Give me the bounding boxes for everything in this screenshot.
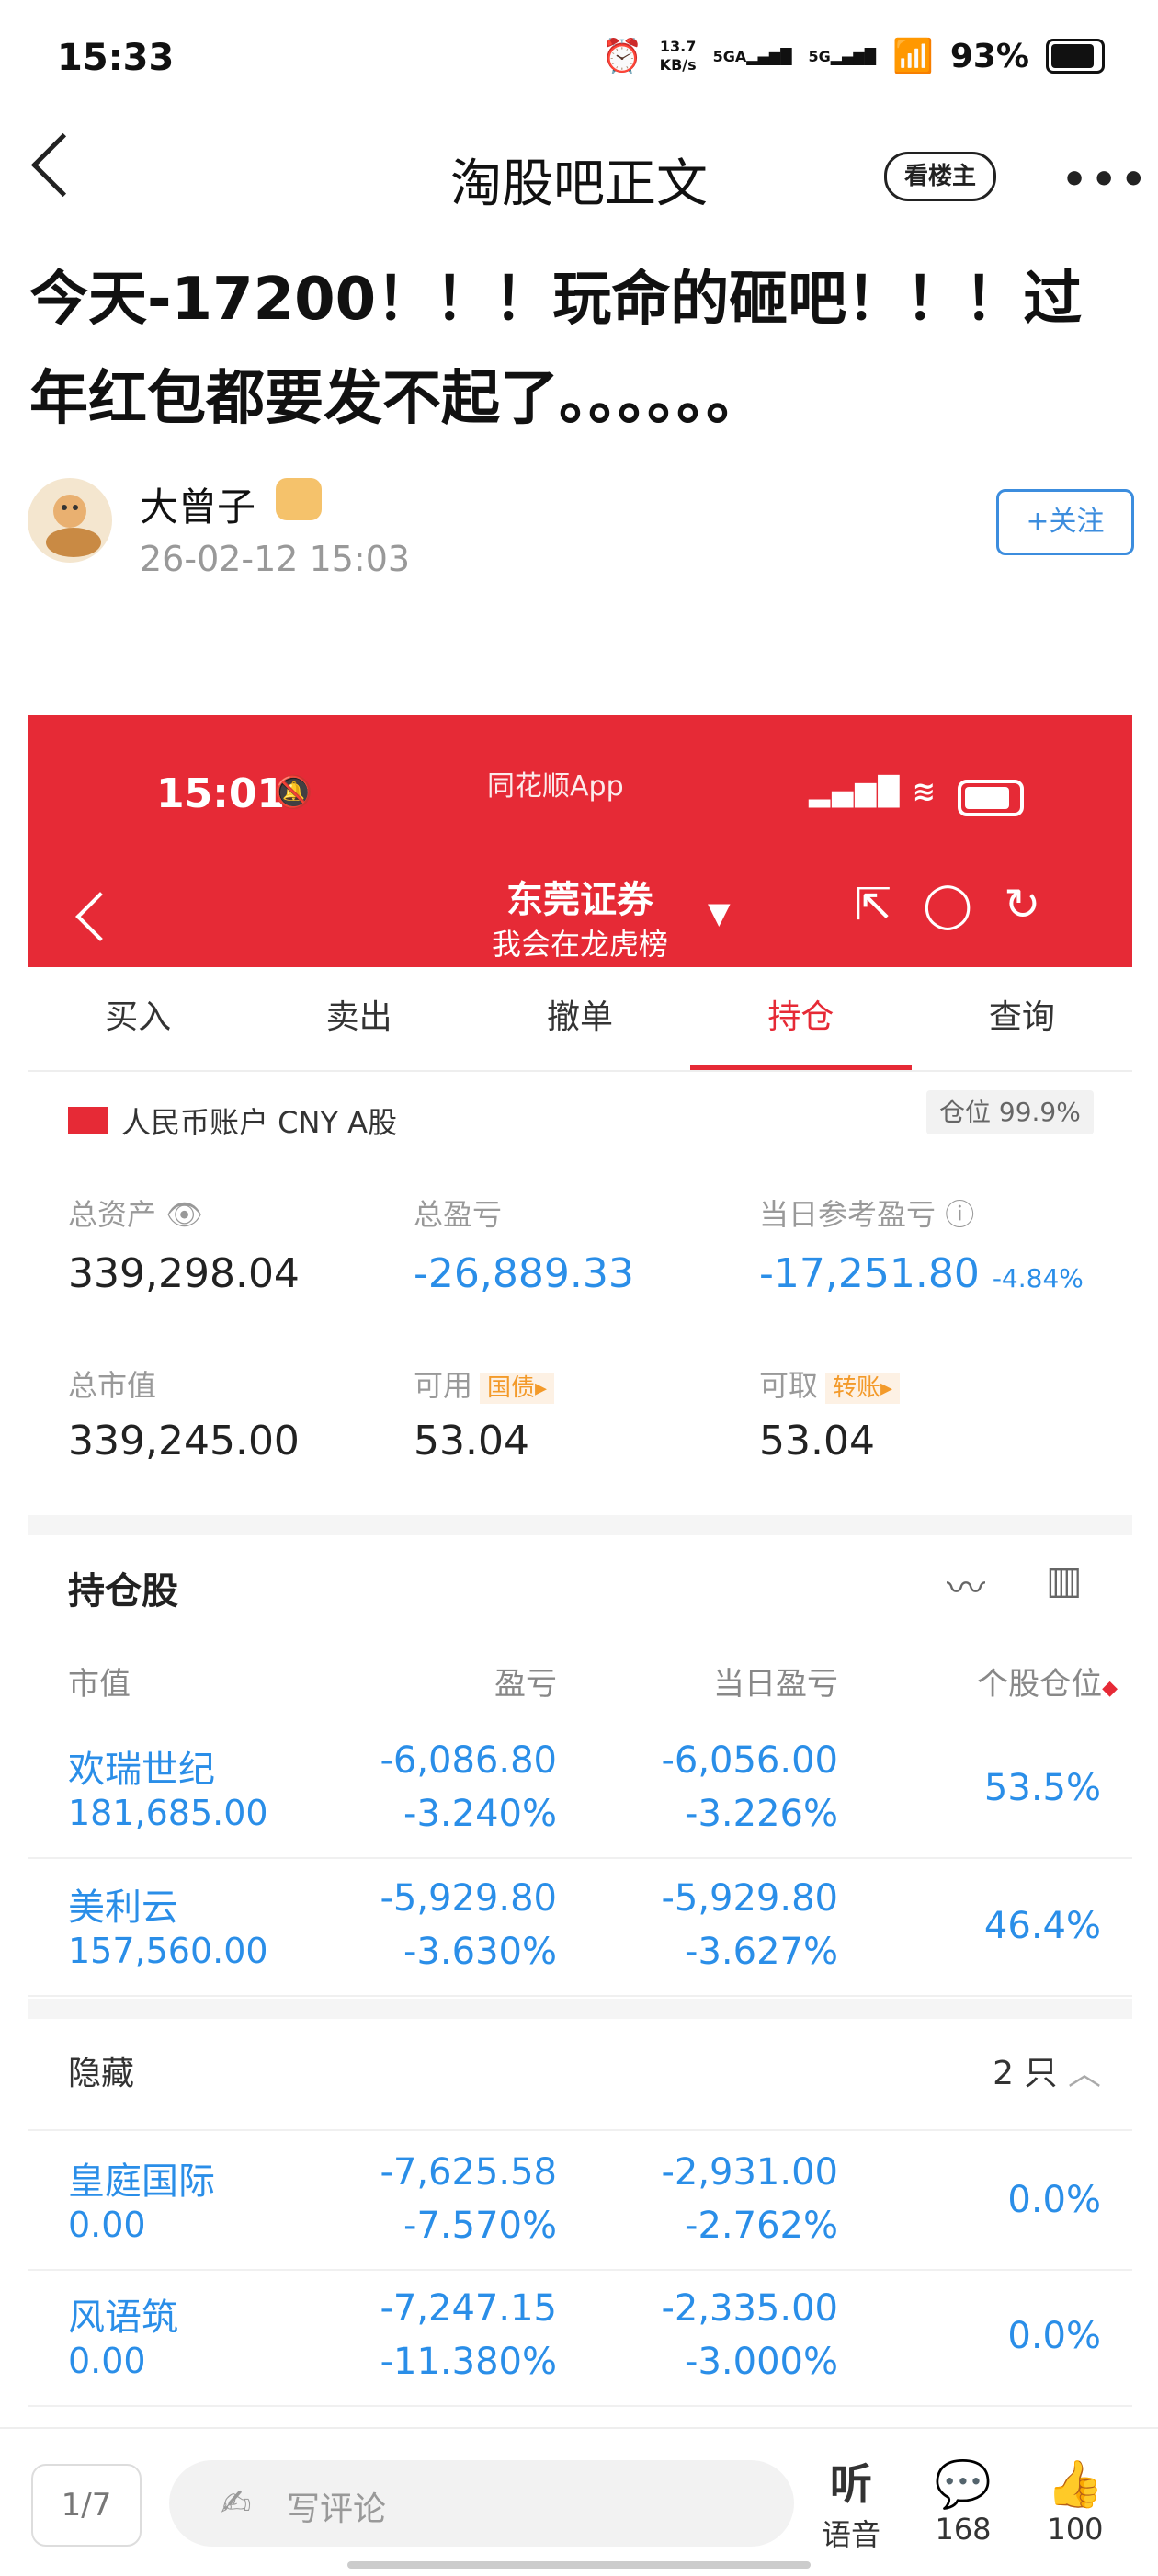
hidden-title: 隐藏 [68, 2055, 135, 2092]
hidden-count: 2 只 ︿ [993, 2055, 1101, 2092]
battery-percent: 93% [949, 37, 1029, 75]
signal-5g-icon: 5G▂▄▆█ [808, 47, 876, 65]
col-market-value: 市值 [68, 1666, 131, 1703]
eye-icon: 👁 [165, 1197, 203, 1232]
app-header: 15:01 🔕 同花顺App ▂▄▆█ ≋ 东莞证券 我会在龙虎榜 ▼ ⇱◯↻ [28, 715, 1132, 967]
view-op-button[interactable]: 看楼主 [884, 152, 996, 201]
col-weight: 个股仓位◆ [977, 1666, 1118, 1703]
total-pnl-label: 总盈亏 [414, 1197, 503, 1232]
trade-tabs: 买入 卖出 撤单 持仓 查询 [28, 967, 1132, 1072]
inner-app-name: 同花顺App [487, 770, 624, 803]
alarm-icon: ⏰ [601, 38, 643, 75]
more-icon[interactable]: ••• [1062, 156, 1150, 203]
account-row: 人民币账户 CNY A股 [68, 1100, 397, 1142]
holdings-title: 持仓股 [68, 1570, 178, 1613]
line-chart-icon: 〰 [947, 1566, 986, 1611]
avatar[interactable] [28, 478, 112, 563]
daily-pnl: -17,251.80 -4.84% [759, 1250, 1084, 1297]
table-row: 美利云 157,560.00 -5,929.80 -3.630% -5,929.… [28, 1857, 1132, 1997]
tab-sell: 卖出 [325, 998, 392, 1036]
available: 53.04 [414, 1418, 529, 1465]
chevron-up-icon: ︿ [1067, 2055, 1101, 2092]
divider [28, 1515, 1132, 1535]
inner-toolbar-icons: ⇱◯↻ [855, 879, 1073, 930]
withdrawable-label: 可取 转账▸ [759, 1362, 901, 1405]
net-speed: 13.7 KB/s [659, 38, 697, 74]
total-assets: 339,298.04 [68, 1250, 300, 1297]
col-pnl: 盈亏 [494, 1666, 557, 1703]
col-daily-pnl: 当日盈亏 [713, 1666, 838, 1703]
thumbs-up-icon: 👍 [1046, 2457, 1105, 2511]
comment-input[interactable] [169, 2460, 794, 2547]
account-label: 人民币账户 CNY A股 [121, 1105, 398, 1140]
tab-holdings: 持仓 [690, 967, 913, 1070]
inner-status-time: 15:01 [156, 770, 286, 817]
page-indicator[interactable]: 1/7 [31, 2464, 142, 2547]
table-row: 风语筑 0.00 -7,247.15 -11.380% -2,335.00 -3… [28, 2267, 1132, 2407]
wifi-icon: 📶 [892, 38, 934, 75]
daily-pnl-label: 当日参考盈亏 ⓘ [759, 1197, 975, 1232]
market-value: 339,245.00 [68, 1418, 300, 1465]
tab-buy: 买入 [105, 998, 172, 1036]
market-value-label: 总市值 [68, 1368, 157, 1403]
signal-5ga-icon: 5GA▂▄▆█ [712, 47, 792, 65]
info-icon: ⓘ [945, 1197, 975, 1232]
author-name[interactable]: 大曾子 [140, 476, 255, 532]
inner-signal-icon: ▂▄▆█ ≋ [809, 776, 937, 808]
post-time: 26-02-12 15:03 [140, 539, 411, 579]
withdrawable: 53.04 [759, 1418, 875, 1465]
user-badge-icon [276, 478, 322, 520]
embedded-screenshot[interactable]: 15:01 🔕 同花顺App ▂▄▆█ ≋ 东莞证券 我会在龙虎榜 ▼ ⇱◯↻ … [28, 715, 1132, 2431]
sort-icon: ◆ [1102, 1677, 1118, 1700]
post-title: 今天-17200！！！玩命的砸吧！！！过年红包都要发不起了。。。。。。 [29, 266, 1083, 433]
position-ratio: 仓位 99.9% [926, 1090, 1094, 1134]
tab-query: 查询 [988, 998, 1055, 1036]
like-button[interactable]: 👍 100 [1029, 2456, 1121, 2547]
comment-placeholder: 写评论 [287, 2491, 387, 2528]
inner-battery-icon [958, 780, 1024, 816]
total-pnl: -26,889.33 [414, 1250, 634, 1297]
table-row: 皇庭国际 0.00 -7,625.58 -7.570% -2,931.00 -2… [28, 2129, 1132, 2271]
table-row: 欢瑞世纪 181,685.00 -6,086.80 -3.240% -6,056… [28, 1719, 1132, 1859]
total-assets-label: 总资产 👁 [68, 1197, 203, 1232]
voice-label: 语音 [821, 2517, 880, 2552]
comments-count: 168 [935, 2512, 992, 2547]
likes-count: 100 [1047, 2512, 1104, 2547]
mute-icon: 🔕 [274, 774, 313, 811]
china-flag-icon [68, 1107, 108, 1134]
battery-icon [1046, 39, 1105, 74]
voice-icon: 听 [830, 2459, 872, 2509]
follow-button[interactable]: +关注 [996, 489, 1134, 555]
available-label: 可用 国债▸ [414, 1362, 555, 1405]
status-time: 15:33 [57, 37, 175, 79]
tab-cancel: 撤单 [547, 998, 614, 1036]
comment-bubble-icon: 💬 [934, 2457, 993, 2511]
voice-button[interactable]: 听 语音 [805, 2456, 897, 2554]
status-icons: ⏰ 13.7 KB/s 5GA▂▄▆█ 5G▂▄▆█ 📶 93% [602, 37, 1105, 75]
bar-chart-icon: ▥ [1046, 1557, 1083, 1602]
pen-icon: ✍ [221, 2482, 252, 2525]
home-indicator [347, 2561, 811, 2569]
comments-button[interactable]: 💬 168 [917, 2456, 1009, 2547]
divider [28, 1999, 1132, 2019]
dropdown-icon: ▼ [708, 895, 731, 930]
